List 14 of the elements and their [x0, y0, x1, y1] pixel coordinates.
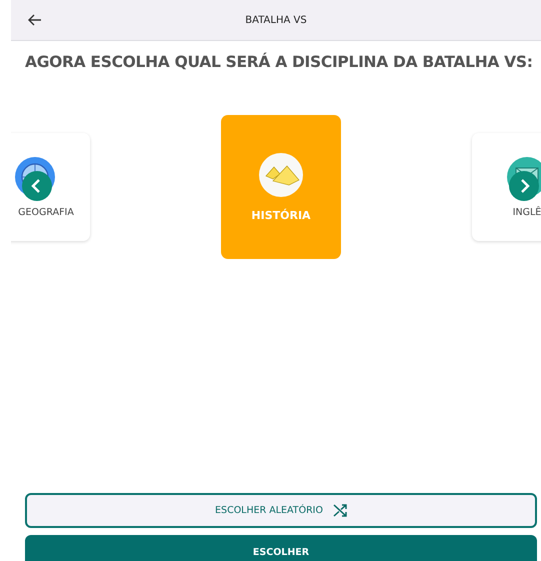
subject-card[interactable]: GEOGRAFIA	[11, 133, 90, 241]
shuffle-icon	[332, 504, 347, 517]
subject-card[interactable]: INGLÊ	[472, 133, 541, 241]
subject-name: GEOGRAFIA	[18, 206, 74, 218]
instruction-heading: AGORA ESCOLHA QUAL SERÁ A DISCIPLINA DA BATALHA VS:	[25, 53, 533, 71]
subject-name: HISTÓRIA	[251, 208, 311, 222]
back-arrow-icon[interactable]	[28, 14, 42, 26]
pyramids-icon	[259, 152, 303, 196]
previous-button[interactable]	[22, 171, 52, 201]
random-choice-button[interactable]: ESCOLHER ALEATÓRIO	[25, 493, 537, 528]
choose-button[interactable]: ESCOLHER	[25, 535, 537, 561]
subject-name: INGLÊ	[512, 206, 541, 218]
next-button[interactable]	[509, 171, 539, 201]
screen-title: BATALHA VS	[245, 14, 307, 26]
